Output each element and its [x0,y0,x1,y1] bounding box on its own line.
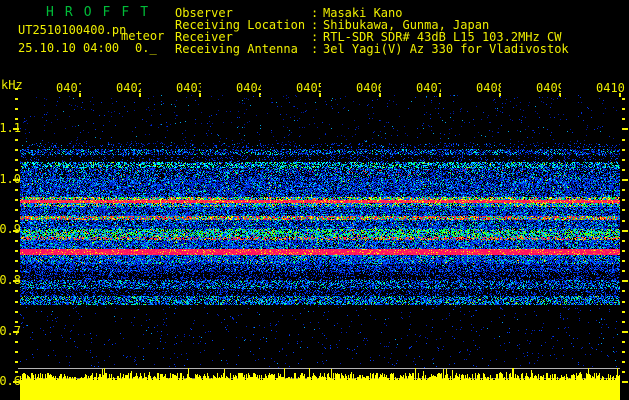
axis-tick [15,169,18,171]
axis-tick [15,159,18,161]
axis-tick [15,98,18,100]
axis-tick [622,199,625,201]
axis-tick [15,189,18,191]
axis-tick [13,179,19,181]
app-title: H R O F F T [46,5,150,20]
axis-tick [622,381,628,383]
axis-tick [15,250,18,252]
axis-tick [622,189,625,191]
axis-tick [15,311,18,313]
axis-tick [622,351,625,353]
axis-tick [15,290,18,292]
axis-tick [622,169,625,171]
axis-tick [622,98,625,100]
axis-tick [622,341,625,343]
axis-tick [622,209,625,211]
axis-tick [15,108,18,110]
axis-tick [622,149,625,151]
axis-tick [15,199,18,201]
capture-filename: UT2510100400.pn [18,23,127,37]
axis-tick [622,301,625,303]
axis-tick [13,331,19,333]
progress-counter: 0._ [135,41,157,55]
capture-datetime: 25.10.10 04:00 [18,41,120,55]
axis-tick [13,280,19,282]
axis-tick [622,280,628,282]
axis-tick [15,240,18,242]
freq-axis-unit: kHz [1,78,23,92]
axis-tick [15,341,18,343]
axis-tick [15,139,18,141]
hrofft-screen: H R O F F T UT2510100400.pn meteor 25.10… [0,0,629,400]
axis-tick [622,311,625,313]
axis-tick [15,361,18,363]
axis-tick [622,159,625,161]
axis-tick [622,139,625,141]
axis-tick [622,361,625,363]
axis-tick [15,209,18,211]
meta-value: 3el Yagi(V) Az 330 for Vladivostok [323,42,569,56]
axis-tick [622,260,625,262]
axis-tick [622,331,628,333]
axis-tick [622,290,625,292]
spectrogram-canvas [20,93,620,370]
axis-tick [622,321,625,323]
freq-tick-label: 0.9 [0,222,21,236]
axis-tick [622,179,628,181]
meta-row-antenna: Receiving Antenna : 3el Yagi(V) Az 330 f… [175,42,629,56]
axis-tick [622,128,628,130]
axis-tick [622,108,625,110]
axis-tick [622,118,625,120]
axis-tick [15,260,18,262]
axis-tick [13,230,19,232]
meta-colon: : [311,42,319,56]
axis-tick [15,351,18,353]
axis-tick [13,128,19,130]
axis-tick [15,301,18,303]
axis-tick [622,250,625,252]
axis-tick [15,270,18,272]
axis-tick [15,149,18,151]
axis-tick [15,118,18,120]
axis-tick [622,270,625,272]
signal-strip-canvas [18,366,620,400]
axis-tick [622,240,625,242]
axis-tick [15,321,18,323]
axis-tick [622,371,625,373]
axis-tick [15,220,18,222]
meta-label: Receiving Antenna [175,42,298,56]
axis-tick [622,230,628,232]
axis-tick [622,220,625,222]
axis-tick [15,88,18,90]
